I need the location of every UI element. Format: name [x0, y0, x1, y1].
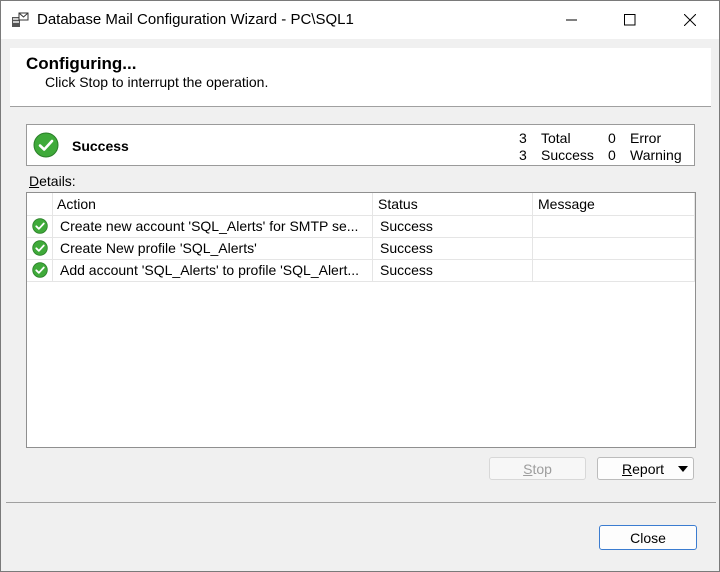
- minimize-icon: [566, 19, 577, 21]
- stop-access-key: S: [523, 460, 533, 477]
- success-count: 3: [519, 147, 527, 163]
- success-check-icon: [33, 132, 59, 158]
- maximize-button[interactable]: [601, 1, 659, 39]
- row-action: Create new account 'SQL_Alerts' for SMTP…: [60, 218, 359, 234]
- wizard-window: Database Mail Configuration Wizard - PC\…: [0, 0, 720, 572]
- warning-count: 0: [608, 147, 616, 163]
- report-dropdown-button[interactable]: Report: [597, 457, 694, 480]
- table-row[interactable]: Create new account 'SQL_Alerts' for SMTP…: [27, 215, 695, 238]
- details-list[interactable]: Action Status Message Create new account…: [26, 192, 696, 448]
- close-button[interactable]: Close: [599, 525, 697, 550]
- error-label: Error: [630, 130, 662, 146]
- column-header-message[interactable]: Message: [538, 196, 595, 212]
- list-header: Action Status Message: [27, 193, 695, 216]
- details-label: Details:: [29, 173, 76, 189]
- report-label-wrap: Report: [622, 461, 664, 477]
- report-label: eport: [632, 461, 665, 477]
- close-icon: [684, 14, 696, 26]
- page-title: Configuring...: [26, 54, 137, 73]
- error-count: 0: [608, 130, 616, 146]
- success-check-icon: [32, 262, 48, 278]
- row-status: Success: [380, 218, 433, 234]
- total-label: Total: [541, 130, 571, 146]
- status-text: Success: [72, 138, 129, 154]
- warning-label: Warning: [630, 147, 682, 163]
- success-check-icon: [32, 240, 48, 256]
- page-subtitle: Click Stop to interrupt the operation.: [45, 74, 269, 90]
- stop-label: top: [532, 460, 552, 477]
- chevron-down-icon: [678, 466, 688, 472]
- table-row[interactable]: Create New profile 'SQL_Alerts' Success: [27, 237, 695, 260]
- total-count: 3: [519, 130, 527, 146]
- stop-button[interactable]: Stop: [489, 457, 586, 480]
- close-window-button[interactable]: [661, 1, 719, 39]
- row-action: Create New profile 'SQL_Alerts': [60, 240, 257, 256]
- window-title: Database Mail Configuration Wizard - PC\…: [37, 11, 354, 28]
- column-header-status[interactable]: Status: [378, 196, 418, 212]
- report-access-key: R: [622, 461, 633, 477]
- status-summary-panel: Success 3 Total 0 Error 3 Success 0 Warn…: [26, 124, 695, 166]
- header-divider: [10, 106, 711, 107]
- row-status: Success: [380, 240, 433, 256]
- title-bar[interactable]: Database Mail Configuration Wizard - PC\…: [1, 1, 719, 39]
- database-mail-icon: [12, 12, 29, 27]
- table-row[interactable]: Add account 'SQL_Alerts' to profile 'SQL…: [27, 259, 695, 282]
- success-check-icon: [32, 218, 48, 234]
- row-action: Add account 'SQL_Alerts' to profile 'SQL…: [60, 262, 360, 278]
- minimize-button[interactable]: [543, 1, 601, 39]
- column-header-action[interactable]: Action: [57, 196, 96, 212]
- maximize-icon: [624, 14, 636, 26]
- success-label: Success: [541, 147, 594, 163]
- row-status: Success: [380, 262, 433, 278]
- details-access-key: D: [29, 173, 40, 189]
- details-label-text: etails:: [39, 173, 76, 189]
- wizard-header: Configuring... Click Stop to interrupt t…: [10, 48, 711, 106]
- footer-divider: [6, 502, 716, 503]
